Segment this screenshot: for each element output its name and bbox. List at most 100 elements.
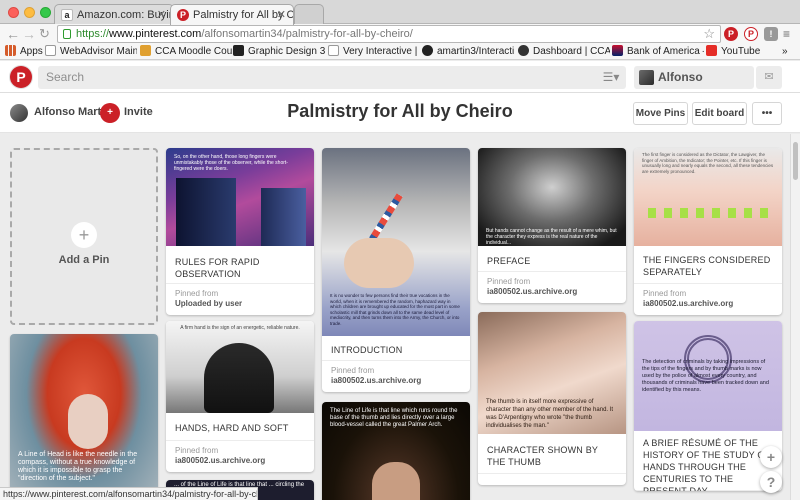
url-path: /alfonsomartin34/palmistry-for-all-by-ch… — [201, 28, 413, 40]
search-box: ☰▾ — [38, 66, 626, 89]
pin-image[interactable]: A Line of Head is like the needle in the… — [10, 334, 158, 500]
pin-title: CHARACTER SHOWN BY THE THUMB — [478, 434, 626, 474]
pin-image[interactable]: A firm hand is the sign of an energetic,… — [166, 321, 314, 413]
bookmark-very-interactive[interactable]: Very Interactive | Hou — [328, 45, 420, 59]
pin-source[interactable] — [478, 474, 626, 485]
search-input[interactable] — [38, 66, 578, 88]
pin-source[interactable]: Pinned from ia800502.us.archive.org — [166, 441, 314, 472]
pin-card[interactable]: But hands cannot change as the result of… — [478, 148, 626, 303]
pin-image[interactable]: The detection of criminals by taking imp… — [634, 321, 782, 431]
address-bar[interactable]: https://www.pinterest.com/alfonsomartin3… — [57, 25, 721, 43]
url-scheme: https:// — [76, 28, 110, 40]
menu-icon[interactable]: ≡ — [783, 26, 790, 42]
pin-source[interactable]: Pinned from ia800502.us.archive.org — [478, 272, 626, 303]
bookmarks-overflow-icon[interactable]: » — [782, 45, 796, 59]
edit-board-button[interactable]: Edit board — [692, 102, 747, 125]
bookmark-bank-of-america[interactable]: Bank of America — — [612, 45, 704, 59]
pin-source[interactable]: Pinned from ia800502.us.archive.org — [634, 284, 782, 315]
back-arrow-icon[interactable]: ← — [6, 26, 20, 42]
pin-card[interactable]: The thumb is in itself more expressive o… — [478, 312, 626, 485]
dashboard-icon — [518, 45, 529, 56]
browser-toolbar: ← → ↻ https://www.pinterest.com/alfonsom… — [0, 24, 800, 44]
bookmark-star-icon[interactable]: ☆ — [703, 26, 715, 42]
pin-title: INTRODUCTION — [322, 336, 470, 361]
board-header: Alfonso Martin + Invite Palmistry for Al… — [0, 93, 800, 133]
bookmark-apps[interactable]: Apps — [5, 45, 45, 59]
url-host: www.pinterest.com — [109, 28, 202, 40]
pin-card[interactable]: The Line of Life is that line which runs… — [322, 402, 470, 500]
moodle-icon — [140, 45, 151, 56]
pin-image[interactable]: The thumb is in itself more expressive o… — [478, 312, 626, 434]
new-tab-button[interactable] — [294, 4, 324, 25]
page-title: Palmistry for All by Cheiro — [287, 101, 513, 121]
pin-image[interactable]: So, on the other hand, those long finger… — [166, 148, 314, 246]
pin-source[interactable]: Pinned from ia800502.us.archive.org — [322, 361, 470, 392]
pin-caption: A Line of Head is like the needle in the… — [18, 451, 138, 482]
pin-image[interactable]: The Line of Life is that line which runs… — [322, 402, 470, 500]
amazon-favicon-icon: a — [61, 9, 73, 21]
forward-arrow-icon[interactable]: → — [22, 26, 36, 42]
messages-icon[interactable]: ✉ — [756, 66, 782, 89]
bookmark-cca-moodle[interactable]: CCA Moodle Courses — [140, 45, 235, 59]
pinterest-save-extension-icon[interactable]: P — [744, 27, 758, 41]
bookmark-dashboard[interactable]: Dashboard | CCA Va — [518, 45, 610, 59]
pin-caption: The thumb is in itself more expressive o… — [486, 399, 614, 429]
fingernails-illustration — [648, 208, 768, 218]
more-options-button[interactable]: ••• — [752, 102, 782, 125]
add-pin-button[interactable]: + Add a Pin — [10, 148, 158, 325]
reload-icon[interactable]: ↻ — [39, 26, 50, 42]
v-logo-icon — [233, 45, 244, 56]
pin-source[interactable]: Pinned from Uploaded by user — [166, 284, 314, 315]
hand-illustration — [204, 343, 274, 413]
pin-card[interactable]: The detection of criminals by taking imp… — [634, 321, 782, 491]
close-icon[interactable]: ✕ — [157, 8, 166, 21]
pin-image[interactable]: The first finger is considered as the Di… — [634, 148, 782, 246]
document-icon — [45, 45, 56, 56]
pin-caption: So, on the other hand, those long finger… — [174, 154, 288, 172]
bookmarks-bar: Apps WebAdvisor Main Me CCA Moodle Cours… — [0, 44, 800, 60]
pin-card[interactable]: So, on the other hand, those long finger… — [166, 148, 314, 315]
apps-grid-icon — [5, 45, 16, 56]
scrollbar-thumb[interactable] — [793, 142, 798, 180]
help-button[interactable]: ? — [760, 471, 782, 493]
pin-title: PREFACE — [478, 246, 626, 272]
close-window-button[interactable] — [8, 7, 19, 18]
pin-image[interactable]: But hands cannot change as the result of… — [478, 148, 626, 246]
youtube-icon — [706, 45, 717, 56]
bookmark-github[interactable]: amartin3/Interactive — [422, 45, 514, 59]
pin-title: RULES FOR RAPID OBSERVATION — [166, 246, 314, 284]
minimize-window-button[interactable] — [24, 7, 35, 18]
pin-card[interactable]: A firm hand is the sign of an energetic,… — [166, 321, 314, 472]
plus-icon: + — [71, 222, 97, 248]
document-icon — [328, 45, 339, 56]
tab-pinterest-board[interactable]: P Palmistry for All by Cheiro ✕ — [170, 4, 294, 25]
page-scrollbar[interactable] — [790, 134, 800, 500]
pin-card[interactable]: The first finger is considered as the Di… — [634, 148, 782, 315]
pin-caption: It is no wonder to few persons find thei… — [330, 293, 460, 326]
pin-caption: A firm hand is the sign of an energetic,… — [180, 325, 300, 331]
github-icon — [422, 45, 433, 56]
pin-image[interactable]: It is no wonder to few persons find thei… — [322, 148, 470, 336]
bookmark-webadvisor[interactable]: WebAdvisor Main Me — [45, 45, 137, 59]
categories-menu-icon[interactable]: ☰▾ — [600, 69, 622, 86]
pin-card[interactable]: It is no wonder to few persons find thei… — [322, 148, 470, 392]
add-pin-float-button[interactable]: + — [760, 446, 782, 468]
ublock-extension-icon[interactable]: ! — [764, 27, 778, 41]
hand-illustration — [344, 238, 414, 288]
bookmark-youtube[interactable]: YouTube — [706, 45, 776, 59]
bookmark-graphic-design[interactable]: Graphic Design 3: In — [233, 45, 325, 59]
invite-button[interactable]: Invite — [124, 106, 153, 118]
pin-card[interactable]: A Line of Head is like the needle in the… — [10, 334, 158, 500]
user-name: Alfonso — [658, 70, 703, 84]
pin-caption: The detection of criminals by taking imp… — [642, 359, 769, 393]
pinterest-logo-icon[interactable]: P — [10, 66, 32, 88]
pinterest-extension-icon[interactable]: P — [724, 27, 738, 41]
move-pins-button[interactable]: Move Pins — [633, 102, 688, 125]
pin-title: THE FINGERS CONSIDERED SEPARATELY — [634, 246, 782, 284]
tab-amazon[interactable]: a Amazon.com: Buying Cho ✕ — [54, 4, 174, 25]
zoom-window-button[interactable] — [40, 7, 51, 18]
avatar[interactable] — [10, 104, 28, 122]
user-profile-button[interactable]: Alfonso — [634, 66, 754, 89]
close-icon[interactable]: ✕ — [277, 8, 286, 21]
invite-people-icon[interactable]: + — [100, 103, 120, 123]
